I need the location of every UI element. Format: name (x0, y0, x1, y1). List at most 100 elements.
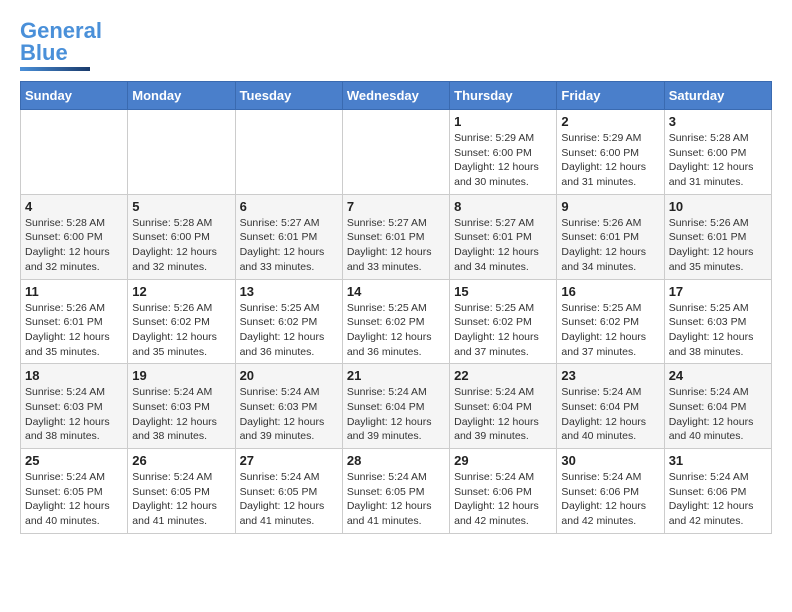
calendar-cell: 11 Sunrise: 5:26 AM Sunset: 6:01 PM Dayli… (21, 279, 128, 364)
day-info: Sunrise: 5:27 AM Sunset: 6:01 PM Dayligh… (347, 216, 445, 275)
day-number: 15 (454, 284, 552, 299)
day-info: Sunrise: 5:26 AM Sunset: 6:01 PM Dayligh… (561, 216, 659, 275)
calendar-cell: 15 Sunrise: 5:25 AM Sunset: 6:02 PM Dayli… (450, 279, 557, 364)
day-info: Sunrise: 5:24 AM Sunset: 6:03 PM Dayligh… (240, 385, 338, 444)
day-info: Sunrise: 5:24 AM Sunset: 6:06 PM Dayligh… (561, 470, 659, 529)
day-info: Sunrise: 5:24 AM Sunset: 6:06 PM Dayligh… (669, 470, 767, 529)
day-info: Sunrise: 5:29 AM Sunset: 6:00 PM Dayligh… (454, 131, 552, 190)
logo-text: General Blue (20, 20, 102, 64)
day-number: 18 (25, 368, 123, 383)
week-row-0: 1 Sunrise: 5:29 AM Sunset: 6:00 PM Daylig… (21, 110, 772, 195)
page-header: General Blue (20, 20, 772, 71)
day-info: Sunrise: 5:24 AM Sunset: 6:04 PM Dayligh… (347, 385, 445, 444)
day-info: Sunrise: 5:27 AM Sunset: 6:01 PM Dayligh… (240, 216, 338, 275)
header-wednesday: Wednesday (342, 82, 449, 110)
day-number: 19 (132, 368, 230, 383)
day-number: 14 (347, 284, 445, 299)
day-number: 2 (561, 114, 659, 129)
header-tuesday: Tuesday (235, 82, 342, 110)
calendar-cell: 19 Sunrise: 5:24 AM Sunset: 6:03 PM Dayli… (128, 364, 235, 449)
day-number: 5 (132, 199, 230, 214)
calendar-cell: 17Sunrise: 5:25 AM Sunset: 6:03 PM Dayli… (664, 279, 771, 364)
day-number: 4 (25, 199, 123, 214)
logo-bar (20, 67, 90, 71)
calendar-cell: 30 Sunrise: 5:24 AM Sunset: 6:06 PM Dayli… (557, 449, 664, 534)
calendar-cell: 14 Sunrise: 5:25 AM Sunset: 6:02 PM Dayli… (342, 279, 449, 364)
day-info: Sunrise: 5:24 AM Sunset: 6:05 PM Dayligh… (347, 470, 445, 529)
calendar-cell: 10 Sunrise: 5:26 AM Sunset: 6:01 PM Dayli… (664, 194, 771, 279)
calendar-cell: 12 Sunrise: 5:26 AM Sunset: 6:02 PM Dayli… (128, 279, 235, 364)
day-number: 6 (240, 199, 338, 214)
calendar-cell: 21 Sunrise: 5:24 AM Sunset: 6:04 PM Dayli… (342, 364, 449, 449)
day-info: Sunrise: 5:28 AM Sunset: 6:00 PM Dayligh… (25, 216, 123, 275)
calendar-cell: 8 Sunrise: 5:27 AM Sunset: 6:01 PM Daylig… (450, 194, 557, 279)
day-info: Sunrise: 5:24 AM Sunset: 6:05 PM Dayligh… (132, 470, 230, 529)
day-number: 11 (25, 284, 123, 299)
calendar-cell: 3 Sunrise: 5:28 AM Sunset: 6:00 PM Daylig… (664, 110, 771, 195)
day-info: Sunrise: 5:24 AM Sunset: 6:05 PM Dayligh… (240, 470, 338, 529)
day-info: Sunrise: 5:28 AM Sunset: 6:00 PM Dayligh… (669, 131, 767, 190)
day-number: 8 (454, 199, 552, 214)
day-info: Sunrise: 5:24 AM Sunset: 6:04 PM Dayligh… (454, 385, 552, 444)
day-number: 27 (240, 453, 338, 468)
calendar-cell (235, 110, 342, 195)
day-number: 12 (132, 284, 230, 299)
logo: General Blue (20, 20, 102, 71)
logo-blue: Blue (20, 40, 68, 65)
day-number: 1 (454, 114, 552, 129)
day-number: 13 (240, 284, 338, 299)
calendar-cell: 5Sunrise: 5:28 AM Sunset: 6:00 PM Daylig… (128, 194, 235, 279)
day-number: 23 (561, 368, 659, 383)
day-number: 21 (347, 368, 445, 383)
day-number: 10 (669, 199, 767, 214)
day-number: 26 (132, 453, 230, 468)
day-info: Sunrise: 5:29 AM Sunset: 6:00 PM Dayligh… (561, 131, 659, 190)
week-row-2: 11 Sunrise: 5:26 AM Sunset: 6:01 PM Dayli… (21, 279, 772, 364)
header-row: SundayMondayTuesdayWednesdayThursdayFrid… (21, 82, 772, 110)
calendar-cell: 27 Sunrise: 5:24 AM Sunset: 6:05 PM Dayli… (235, 449, 342, 534)
calendar-cell: 18Sunrise: 5:24 AM Sunset: 6:03 PM Dayli… (21, 364, 128, 449)
day-number: 25 (25, 453, 123, 468)
calendar-cell: 26 Sunrise: 5:24 AM Sunset: 6:05 PM Dayli… (128, 449, 235, 534)
day-info: Sunrise: 5:26 AM Sunset: 6:02 PM Dayligh… (132, 301, 230, 360)
day-info: Sunrise: 5:25 AM Sunset: 6:02 PM Dayligh… (240, 301, 338, 360)
day-info: Sunrise: 5:26 AM Sunset: 6:01 PM Dayligh… (25, 301, 123, 360)
day-info: Sunrise: 5:24 AM Sunset: 6:04 PM Dayligh… (561, 385, 659, 444)
header-monday: Monday (128, 82, 235, 110)
day-info: Sunrise: 5:25 AM Sunset: 6:02 PM Dayligh… (561, 301, 659, 360)
day-info: Sunrise: 5:24 AM Sunset: 6:05 PM Dayligh… (25, 470, 123, 529)
day-info: Sunrise: 5:24 AM Sunset: 6:03 PM Dayligh… (132, 385, 230, 444)
day-info: Sunrise: 5:27 AM Sunset: 6:01 PM Dayligh… (454, 216, 552, 275)
day-number: 17 (669, 284, 767, 299)
calendar-cell (128, 110, 235, 195)
calendar-cell (342, 110, 449, 195)
calendar-cell: 25 Sunrise: 5:24 AM Sunset: 6:05 PM Dayli… (21, 449, 128, 534)
day-info: Sunrise: 5:25 AM Sunset: 6:02 PM Dayligh… (347, 301, 445, 360)
header-saturday: Saturday (664, 82, 771, 110)
day-number: 30 (561, 453, 659, 468)
day-number: 31 (669, 453, 767, 468)
header-friday: Friday (557, 82, 664, 110)
calendar-table: SundayMondayTuesdayWednesdayThursdayFrid… (20, 81, 772, 534)
day-number: 20 (240, 368, 338, 383)
header-sunday: Sunday (21, 82, 128, 110)
header-thursday: Thursday (450, 82, 557, 110)
calendar-cell: 29Sunrise: 5:24 AM Sunset: 6:06 PM Dayli… (450, 449, 557, 534)
day-info: Sunrise: 5:25 AM Sunset: 6:02 PM Dayligh… (454, 301, 552, 360)
day-number: 3 (669, 114, 767, 129)
calendar-cell: 2 Sunrise: 5:29 AM Sunset: 6:00 PM Daylig… (557, 110, 664, 195)
calendar-cell: 23 Sunrise: 5:24 AM Sunset: 6:04 PM Dayli… (557, 364, 664, 449)
week-row-1: 4 Sunrise: 5:28 AM Sunset: 6:00 PM Daylig… (21, 194, 772, 279)
calendar-cell: 6 Sunrise: 5:27 AM Sunset: 6:01 PM Daylig… (235, 194, 342, 279)
calendar-cell: 4 Sunrise: 5:28 AM Sunset: 6:00 PM Daylig… (21, 194, 128, 279)
day-info: Sunrise: 5:26 AM Sunset: 6:01 PM Dayligh… (669, 216, 767, 275)
calendar-cell: 9 Sunrise: 5:26 AM Sunset: 6:01 PM Daylig… (557, 194, 664, 279)
calendar-cell: 1 Sunrise: 5:29 AM Sunset: 6:00 PM Daylig… (450, 110, 557, 195)
day-number: 16 (561, 284, 659, 299)
day-number: 9 (561, 199, 659, 214)
day-number: 7 (347, 199, 445, 214)
calendar-cell: 22 Sunrise: 5:24 AM Sunset: 6:04 PM Dayli… (450, 364, 557, 449)
day-number: 28 (347, 453, 445, 468)
day-number: 22 (454, 368, 552, 383)
week-row-3: 18 Sunrise: 5:24 AM Sunset: 6:03 PM Dayli… (21, 364, 772, 449)
